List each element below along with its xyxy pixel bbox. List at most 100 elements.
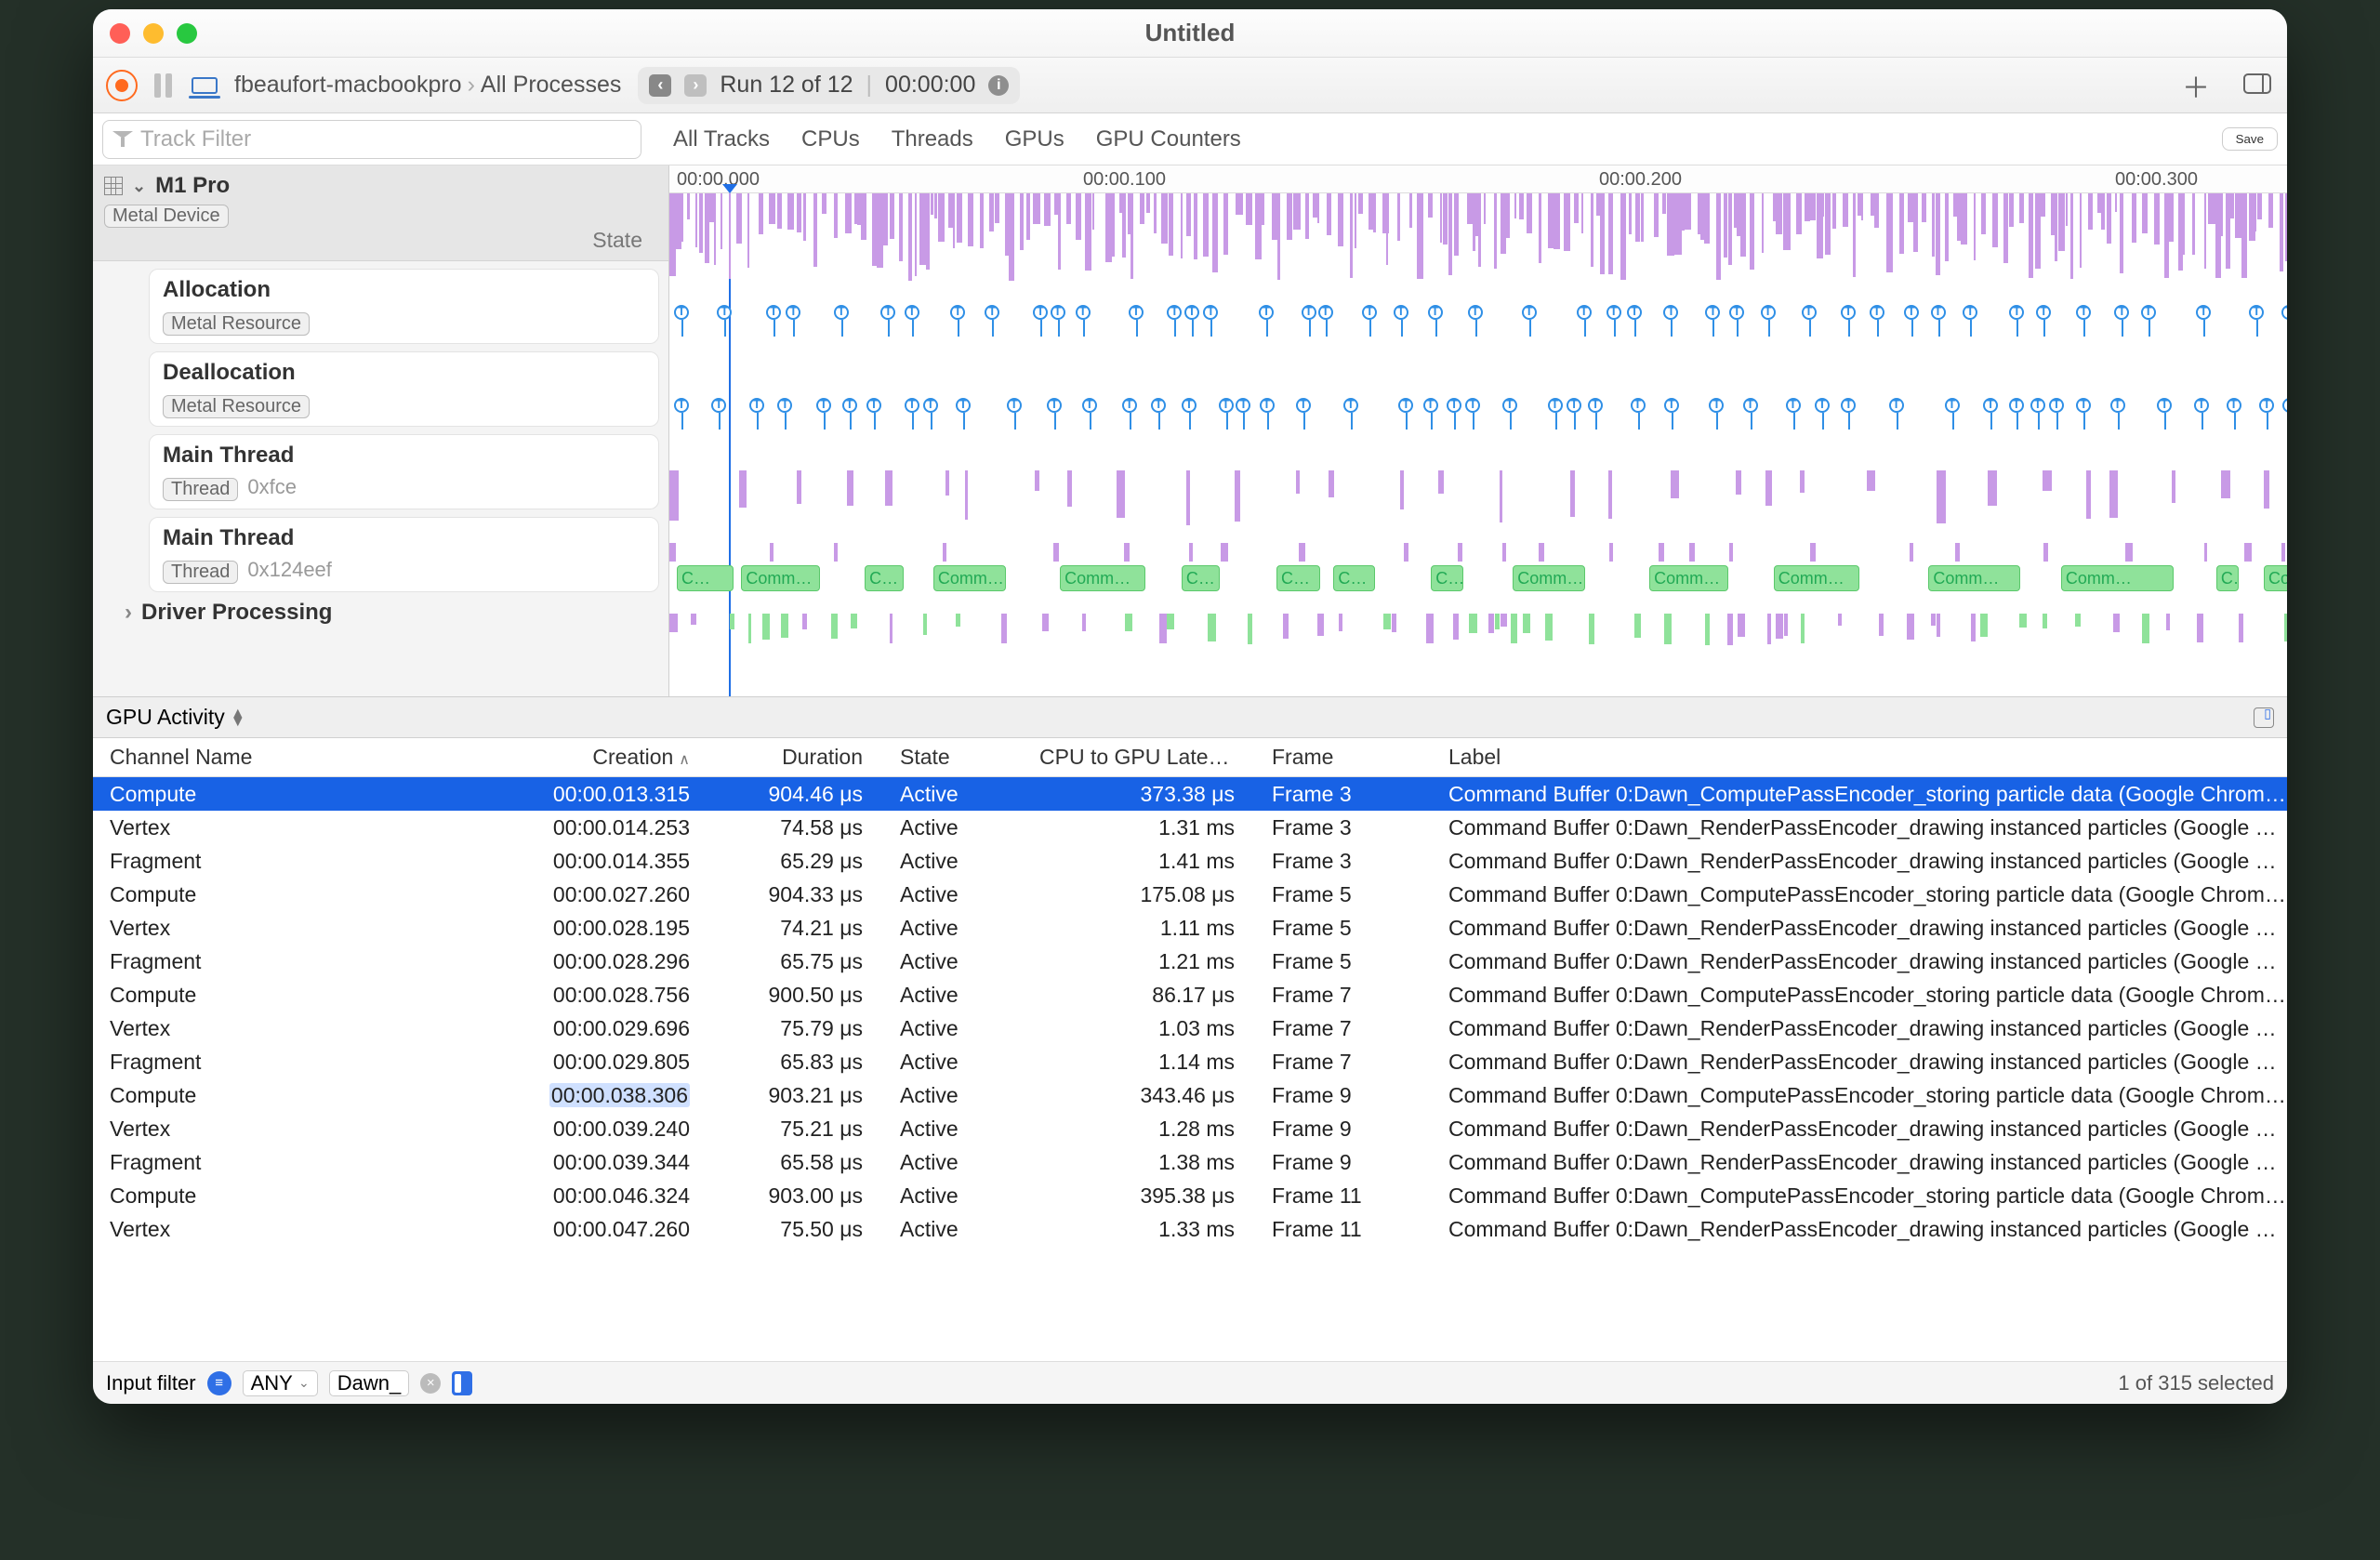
track-title: Main Thread	[163, 443, 645, 469]
column-toggle-button[interactable]	[452, 1371, 472, 1395]
table-row[interactable]: Compute00:00.027.260904.33 μsActive175.0…	[93, 878, 2287, 911]
window-title: Untitled	[93, 19, 2287, 47]
record-button[interactable]	[106, 70, 138, 101]
track-badge: Metal Resource	[163, 395, 310, 418]
breadcrumb-host: fbeaufort-macbookpro	[234, 72, 462, 99]
table-row[interactable]: Vertex00:00.028.19574.21 μsActive1.11 ms…	[93, 911, 2287, 945]
disclosure-icon[interactable]: ⌄	[132, 177, 146, 196]
tab-threads[interactable]: Threads	[892, 126, 973, 152]
add-track-button[interactable]: ＋	[2179, 65, 2213, 106]
driver-label: Driver Processing	[141, 600, 332, 626]
track-main-thread-1[interactable]: Main Thread Thread 0xfce	[149, 434, 659, 509]
ruler-tick: 00:00.100	[1083, 169, 1166, 191]
table-header: Channel Name Creation∧ Duration State CP…	[93, 738, 2287, 777]
table-body[interactable]: Compute00:00.013.315904.46 μsActive373.3…	[93, 777, 2287, 1361]
filter-scope-select[interactable]: ANY ⌄	[243, 1370, 318, 1396]
up-down-icon: ▲▼	[231, 709, 245, 726]
track-driver-processing[interactable]: › Driver Processing	[125, 600, 657, 626]
ruler-tick: 00:00.200	[1599, 169, 1682, 191]
tab-gpu-counters[interactable]: GPU Counters	[1096, 126, 1241, 152]
col-channel-name[interactable]: Channel Name	[93, 745, 420, 770]
timeline-canvas: C…Comm…C…Comm…Comm…C…C…C…C…Comm…Comm…Com…	[669, 193, 2287, 696]
track-title: Deallocation	[163, 360, 645, 386]
filter-icon[interactable]: ≡	[207, 1371, 231, 1395]
funnel-icon	[112, 129, 133, 150]
table-row[interactable]: Fragment00:00.028.29665.75 μsActive1.21 …	[93, 945, 2287, 978]
app-window: Untitled fbeaufort-macbookpro › All Proc…	[93, 9, 2287, 1404]
table-row[interactable]: Fragment00:00.039.34465.58 μsActive1.38 …	[93, 1145, 2287, 1179]
prev-run-button[interactable]: ‹	[649, 74, 671, 97]
toggle-inspector-button[interactable]	[2241, 70, 2274, 101]
device-name: M1 Pro	[155, 173, 230, 199]
breadcrumb-separator: ›	[468, 72, 475, 99]
bottom-panel-selector[interactable]: GPU Activity ▲▼	[93, 697, 2287, 738]
selection-count: 1 of 315 selected	[2118, 1371, 2274, 1395]
filter-token[interactable]: Dawn_	[329, 1370, 409, 1396]
panel-type-label: GPU Activity	[106, 705, 225, 730]
track-allocation[interactable]: Allocation Metal Resource	[149, 269, 659, 344]
pause-button[interactable]	[154, 73, 175, 98]
col-duration[interactable]: Duration	[710, 745, 883, 770]
table-row[interactable]: Vertex00:00.014.25374.58 μsActive1.31 ms…	[93, 811, 2287, 844]
table-row[interactable]: Vertex00:00.039.24075.21 μsActive1.28 ms…	[93, 1112, 2287, 1145]
table-row[interactable]: Fragment00:00.014.35565.29 μsActive1.41 …	[93, 844, 2287, 878]
minimize-window-button[interactable]	[143, 23, 164, 44]
status-bar: Input filter ≡ ANY ⌄ Dawn_ × 1 of 315 se…	[93, 1361, 2287, 1404]
tab-cpus[interactable]: CPUs	[801, 126, 860, 152]
save-button[interactable]: Save	[2222, 127, 2278, 151]
input-filter-label: Input filter	[106, 1371, 196, 1395]
clear-filter-button[interactable]: ×	[420, 1373, 441, 1394]
device-header[interactable]: ⌄ M1 Pro Metal Device State	[93, 165, 668, 261]
device-badge: Metal Device	[104, 205, 229, 228]
table-row[interactable]: Compute00:00.046.324903.00 μsActive395.3…	[93, 1179, 2287, 1212]
run-selector: ‹ › Run 12 of 12 | 00:00:00 i	[638, 67, 1020, 104]
table-row[interactable]: Compute00:00.028.756900.50 μsActive86.17…	[93, 978, 2287, 1011]
next-run-button[interactable]: ›	[684, 74, 707, 97]
tab-gpus[interactable]: GPUs	[1005, 126, 1064, 152]
table-row[interactable]: Fragment00:00.029.80565.83 μsActive1.14 …	[93, 1045, 2287, 1078]
thread-id: 0xfce	[247, 475, 297, 499]
track-title: Main Thread	[163, 525, 645, 551]
col-label[interactable]: Label	[1432, 745, 2287, 770]
table-row[interactable]: Vertex00:00.029.69675.79 μsActive1.03 ms…	[93, 1011, 2287, 1045]
track-main-thread-2[interactable]: Main Thread Thread 0x124eef	[149, 517, 659, 592]
tracks-sidebar: ⌄ M1 Pro Metal Device State Allocation M…	[93, 165, 669, 696]
col-latency[interactable]: CPU to GPU Laten…	[1023, 745, 1255, 770]
state-header-label: State	[104, 228, 657, 253]
col-state[interactable]: State	[883, 745, 1023, 770]
timeline-view[interactable]: 00:00.000 00:00.100 00:00.200 00:00.300 …	[669, 165, 2287, 696]
run-info-button[interactable]: i	[988, 75, 1009, 96]
track-filter-placeholder: Track Filter	[140, 126, 251, 152]
track-deallocation[interactable]: Deallocation Metal Resource	[149, 351, 659, 427]
panel-options-button[interactable]	[2254, 707, 2274, 728]
col-frame[interactable]: Frame	[1255, 745, 1432, 770]
close-window-button[interactable]	[110, 23, 130, 44]
ruler-tick: 00:00.300	[2115, 169, 2198, 191]
track-badge: Metal Resource	[163, 312, 310, 336]
run-label: Run 12 of 12	[720, 72, 853, 99]
view-tabs: All Tracks CPUs Threads GPUs GPU Counter…	[673, 126, 1241, 152]
breadcrumb-process: All Processes	[481, 72, 621, 99]
titlebar: Untitled	[93, 9, 2287, 58]
table-row[interactable]: Compute00:00.038.306903.21 μsActive343.4…	[93, 1078, 2287, 1112]
fullscreen-window-button[interactable]	[177, 23, 197, 44]
grid-icon	[104, 177, 123, 195]
table-row[interactable]: Compute00:00.013.315904.46 μsActive373.3…	[93, 777, 2287, 811]
chevron-right-icon: ›	[125, 600, 132, 626]
target-breadcrumb[interactable]: fbeaufort-macbookpro › All Processes	[234, 72, 621, 99]
track-badge: Thread	[163, 478, 238, 501]
track-filter-input[interactable]: Track Filter	[102, 120, 641, 159]
track-title: Allocation	[163, 277, 645, 303]
col-creation[interactable]: Creation∧	[420, 745, 710, 770]
laptop-icon	[192, 77, 218, 94]
time-ruler[interactable]: 00:00.000 00:00.100 00:00.200 00:00.300	[669, 165, 2287, 193]
track-badge: Thread	[163, 561, 238, 584]
ruler-tick: 00:00.000	[677, 169, 760, 191]
sort-indicator-icon: ∧	[679, 752, 690, 768]
traffic-lights	[110, 23, 197, 44]
table-row[interactable]: Vertex00:00.047.26075.50 μsActive1.33 ms…	[93, 1212, 2287, 1246]
run-time: 00:00:00	[885, 72, 975, 99]
tab-all-tracks[interactable]: All Tracks	[673, 126, 770, 152]
toolbar: fbeaufort-macbookpro › All Processes ‹ ›…	[93, 58, 2287, 113]
filter-row: Track Filter All Tracks CPUs Threads GPU…	[93, 113, 2287, 165]
